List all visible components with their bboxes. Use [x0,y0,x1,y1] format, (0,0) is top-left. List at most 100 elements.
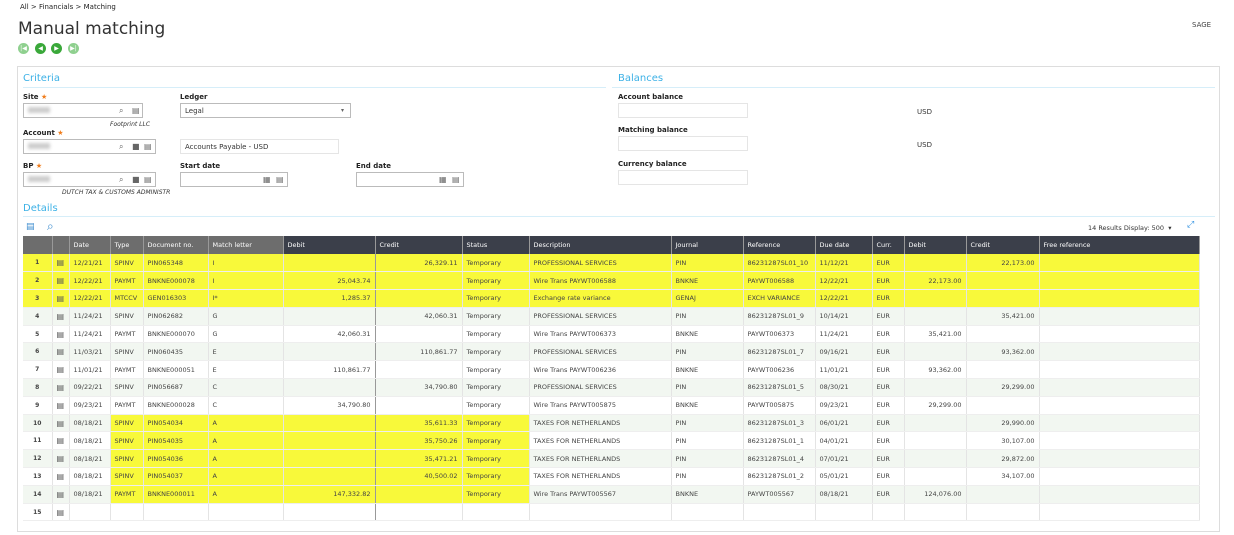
calendar-icon[interactable]: ▦ [439,175,447,184]
cell[interactable]: Temporary [462,325,530,344]
cell[interactable] [375,360,463,380]
cell[interactable] [283,414,376,433]
user-name[interactable]: SAGE [1192,21,1211,29]
cell[interactable]: A [208,485,284,504]
cell[interactable]: PAYWT005567 [743,485,816,504]
cell[interactable]: PROFESSIONAL SERVICES [529,254,672,273]
cell[interactable]: 86231287SL01_9 [743,307,816,326]
cell[interactable]: Temporary [462,396,530,415]
cell[interactable]: EUR [872,449,905,469]
detail-icon[interactable]: ▤ [132,106,140,115]
cell[interactable]: 40,500.02 [375,467,463,486]
cell[interactable] [462,503,530,522]
cell[interactable]: TAXES FOR NETHERLANDS [529,431,672,451]
detail-icon[interactable]: ▤ [452,175,460,184]
cell[interactable] [1039,414,1200,433]
cell[interactable]: EUR [872,467,905,486]
cell[interactable] [1039,503,1200,522]
cell[interactable]: 29,299.00 [904,396,967,415]
row-detail-icon[interactable]: ▤ [52,431,70,451]
cell[interactable]: BNKNE [671,485,744,504]
cell[interactable]: Temporary [462,254,530,273]
column-header[interactable]: Date [69,236,111,254]
next-record-icon[interactable]: ▶ [51,43,62,54]
cell[interactable]: 11/24/21 [69,307,111,326]
cell[interactable]: PIN [671,431,744,451]
cell[interactable]: Temporary [462,467,530,486]
column-header[interactable]: Due date [815,236,873,254]
cell[interactable] [375,485,463,504]
cell[interactable]: 11/01/21 [815,360,873,380]
cell[interactable]: 29,872.00 [966,449,1040,469]
column-header[interactable]: Credit [966,236,1040,254]
cell[interactable]: SPINV [110,414,144,433]
cell[interactable]: 35,750.26 [375,431,463,451]
detail-icon[interactable]: ▤ [276,175,284,184]
table-row[interactable]: 5 ▤ 11/24/21 PAYMT BNKNE000070 G 42,060.31 Temp… [23,325,1200,344]
cell[interactable] [904,307,967,326]
cell[interactable]: 11/03/21 [69,342,111,362]
column-header[interactable]: Type [110,236,144,254]
cell[interactable]: A [208,467,284,486]
cell[interactable]: 22,173.00 [904,271,967,291]
bp-field[interactable]: ⌕ ■ ▤ [23,172,156,187]
cell[interactable] [283,449,376,469]
cell[interactable]: Temporary [462,431,530,451]
cell[interactable]: 12/22/21 [815,289,873,308]
row-detail-icon[interactable]: ▤ [52,378,70,397]
table-row[interactable]: 10 ▤ 08/18/21 SPINV PIN054034 A 35,611.33 Tempo… [23,414,1200,433]
cell[interactable]: EUR [872,325,905,344]
cell[interactable] [966,360,1040,380]
column-header[interactable]: Journal [671,236,744,254]
breadcrumb-all[interactable]: All > [20,3,37,11]
cell[interactable] [1039,254,1200,273]
cell[interactable] [904,414,967,433]
table-row[interactable]: 4 ▤ 11/24/21 SPINV PIN062682 G 42,060.31 Tempor… [23,307,1200,326]
cell[interactable] [1039,325,1200,344]
cell[interactable]: Wire Trans PAYWT006236 [529,360,672,380]
cell[interactable]: PAYMT [110,325,144,344]
cell[interactable]: PROFESSIONAL SERVICES [529,378,672,397]
cell[interactable]: Temporary [462,289,530,308]
cell[interactable]: I [208,271,284,291]
cell[interactable]: 86231287SL01_10 [743,254,816,273]
search-icon[interactable]: ⌕ [119,142,123,152]
cell[interactable] [1039,396,1200,415]
cell[interactable]: EUR [872,485,905,504]
cell[interactable] [966,396,1040,415]
cell[interactable] [966,289,1040,308]
cell[interactable]: 11/24/21 [815,325,873,344]
cell[interactable]: PAYWT006236 [743,360,816,380]
cell[interactable]: SPINV [110,378,144,397]
cell[interactable] [671,503,744,522]
table-row[interactable]: 9 ▤ 09/23/21 PAYMT BNKNE000028 C 34,790.80 Temp… [23,396,1200,415]
cell[interactable] [1039,467,1200,486]
table-row[interactable]: 7 ▤ 11/01/21 PAYMT BNKNE000051 E 110,861.77 Tem… [23,360,1200,380]
cell[interactable]: 12/22/21 [69,271,111,291]
cell[interactable]: TAXES FOR NETHERLANDS [529,449,672,469]
cell[interactable]: 09/22/21 [69,378,111,397]
account-field[interactable]: ⌕ ■ ▤ [23,139,156,154]
cell[interactable]: 22,173.00 [966,254,1040,273]
cell[interactable]: 34,107.00 [966,467,1040,486]
column-header[interactable]: Credit [375,236,463,254]
cell[interactable]: 93,362.00 [966,342,1040,362]
cell[interactable]: E [208,360,284,380]
tunnel-icon[interactable]: ■ [132,175,140,184]
cell[interactable]: Temporary [462,360,530,380]
search-icon[interactable]: ⌕ [47,219,54,234]
cell[interactable]: A [208,414,284,433]
cell[interactable]: 10/14/21 [815,307,873,326]
cell[interactable]: G [208,307,284,326]
column-header[interactable]: Free reference [1039,236,1200,254]
cell[interactable]: TAXES FOR NETHERLANDS [529,467,672,486]
cell[interactable]: PIN [671,378,744,397]
cell[interactable]: PIN [671,449,744,469]
cell[interactable] [904,431,967,451]
cell[interactable] [815,503,873,522]
cell[interactable]: Wire Trans PAYWT005567 [529,485,672,504]
column-header[interactable]: Debit [904,236,967,254]
cell[interactable]: 08/30/21 [815,378,873,397]
cell[interactable]: BNKNE000028 [143,396,209,415]
cell[interactable] [904,378,967,397]
